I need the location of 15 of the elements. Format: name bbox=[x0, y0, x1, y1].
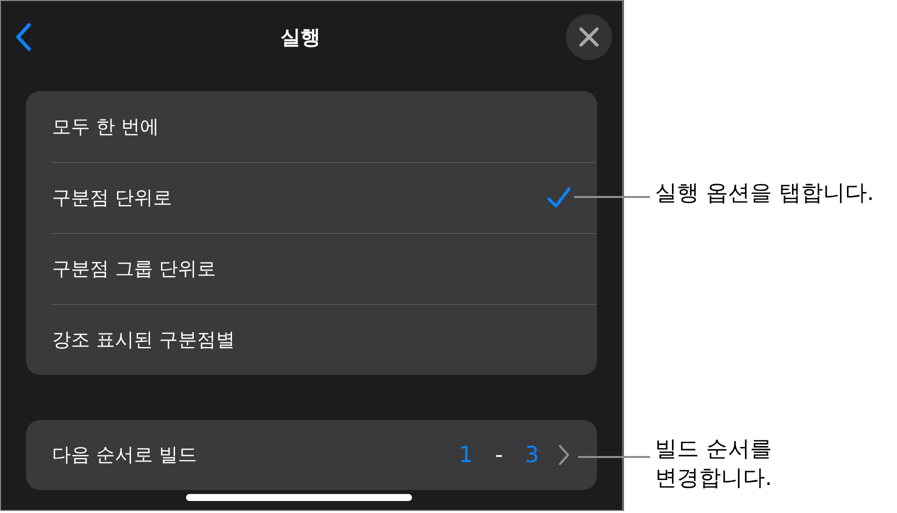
option-item[interactable]: 구분점 단위로 bbox=[26, 162, 597, 233]
close-button[interactable] bbox=[566, 14, 612, 60]
sheet-title: 실행 bbox=[280, 24, 320, 50]
build-to: 3 bbox=[525, 442, 539, 468]
range-separator: - bbox=[495, 442, 503, 468]
build-order-label: 다음 순서로 빌드 bbox=[52, 443, 198, 468]
callout-text: 빌드 순서를 변경합니다. bbox=[655, 436, 772, 493]
option-item[interactable]: 강조 표시된 구분점별 bbox=[26, 304, 597, 375]
close-icon bbox=[579, 27, 599, 47]
chevron-icon bbox=[557, 443, 571, 467]
build-order-row[interactable]: 다음 순서로 빌드 1 - 3 bbox=[26, 420, 597, 490]
option-item[interactable]: 구분점 그룹 단위로 bbox=[26, 233, 597, 304]
build-from: 1 bbox=[459, 442, 474, 468]
option-item[interactable]: 모두 한 번에 bbox=[26, 91, 597, 162]
callout-text: 실행 옵션을 탭합니다. bbox=[655, 180, 874, 208]
